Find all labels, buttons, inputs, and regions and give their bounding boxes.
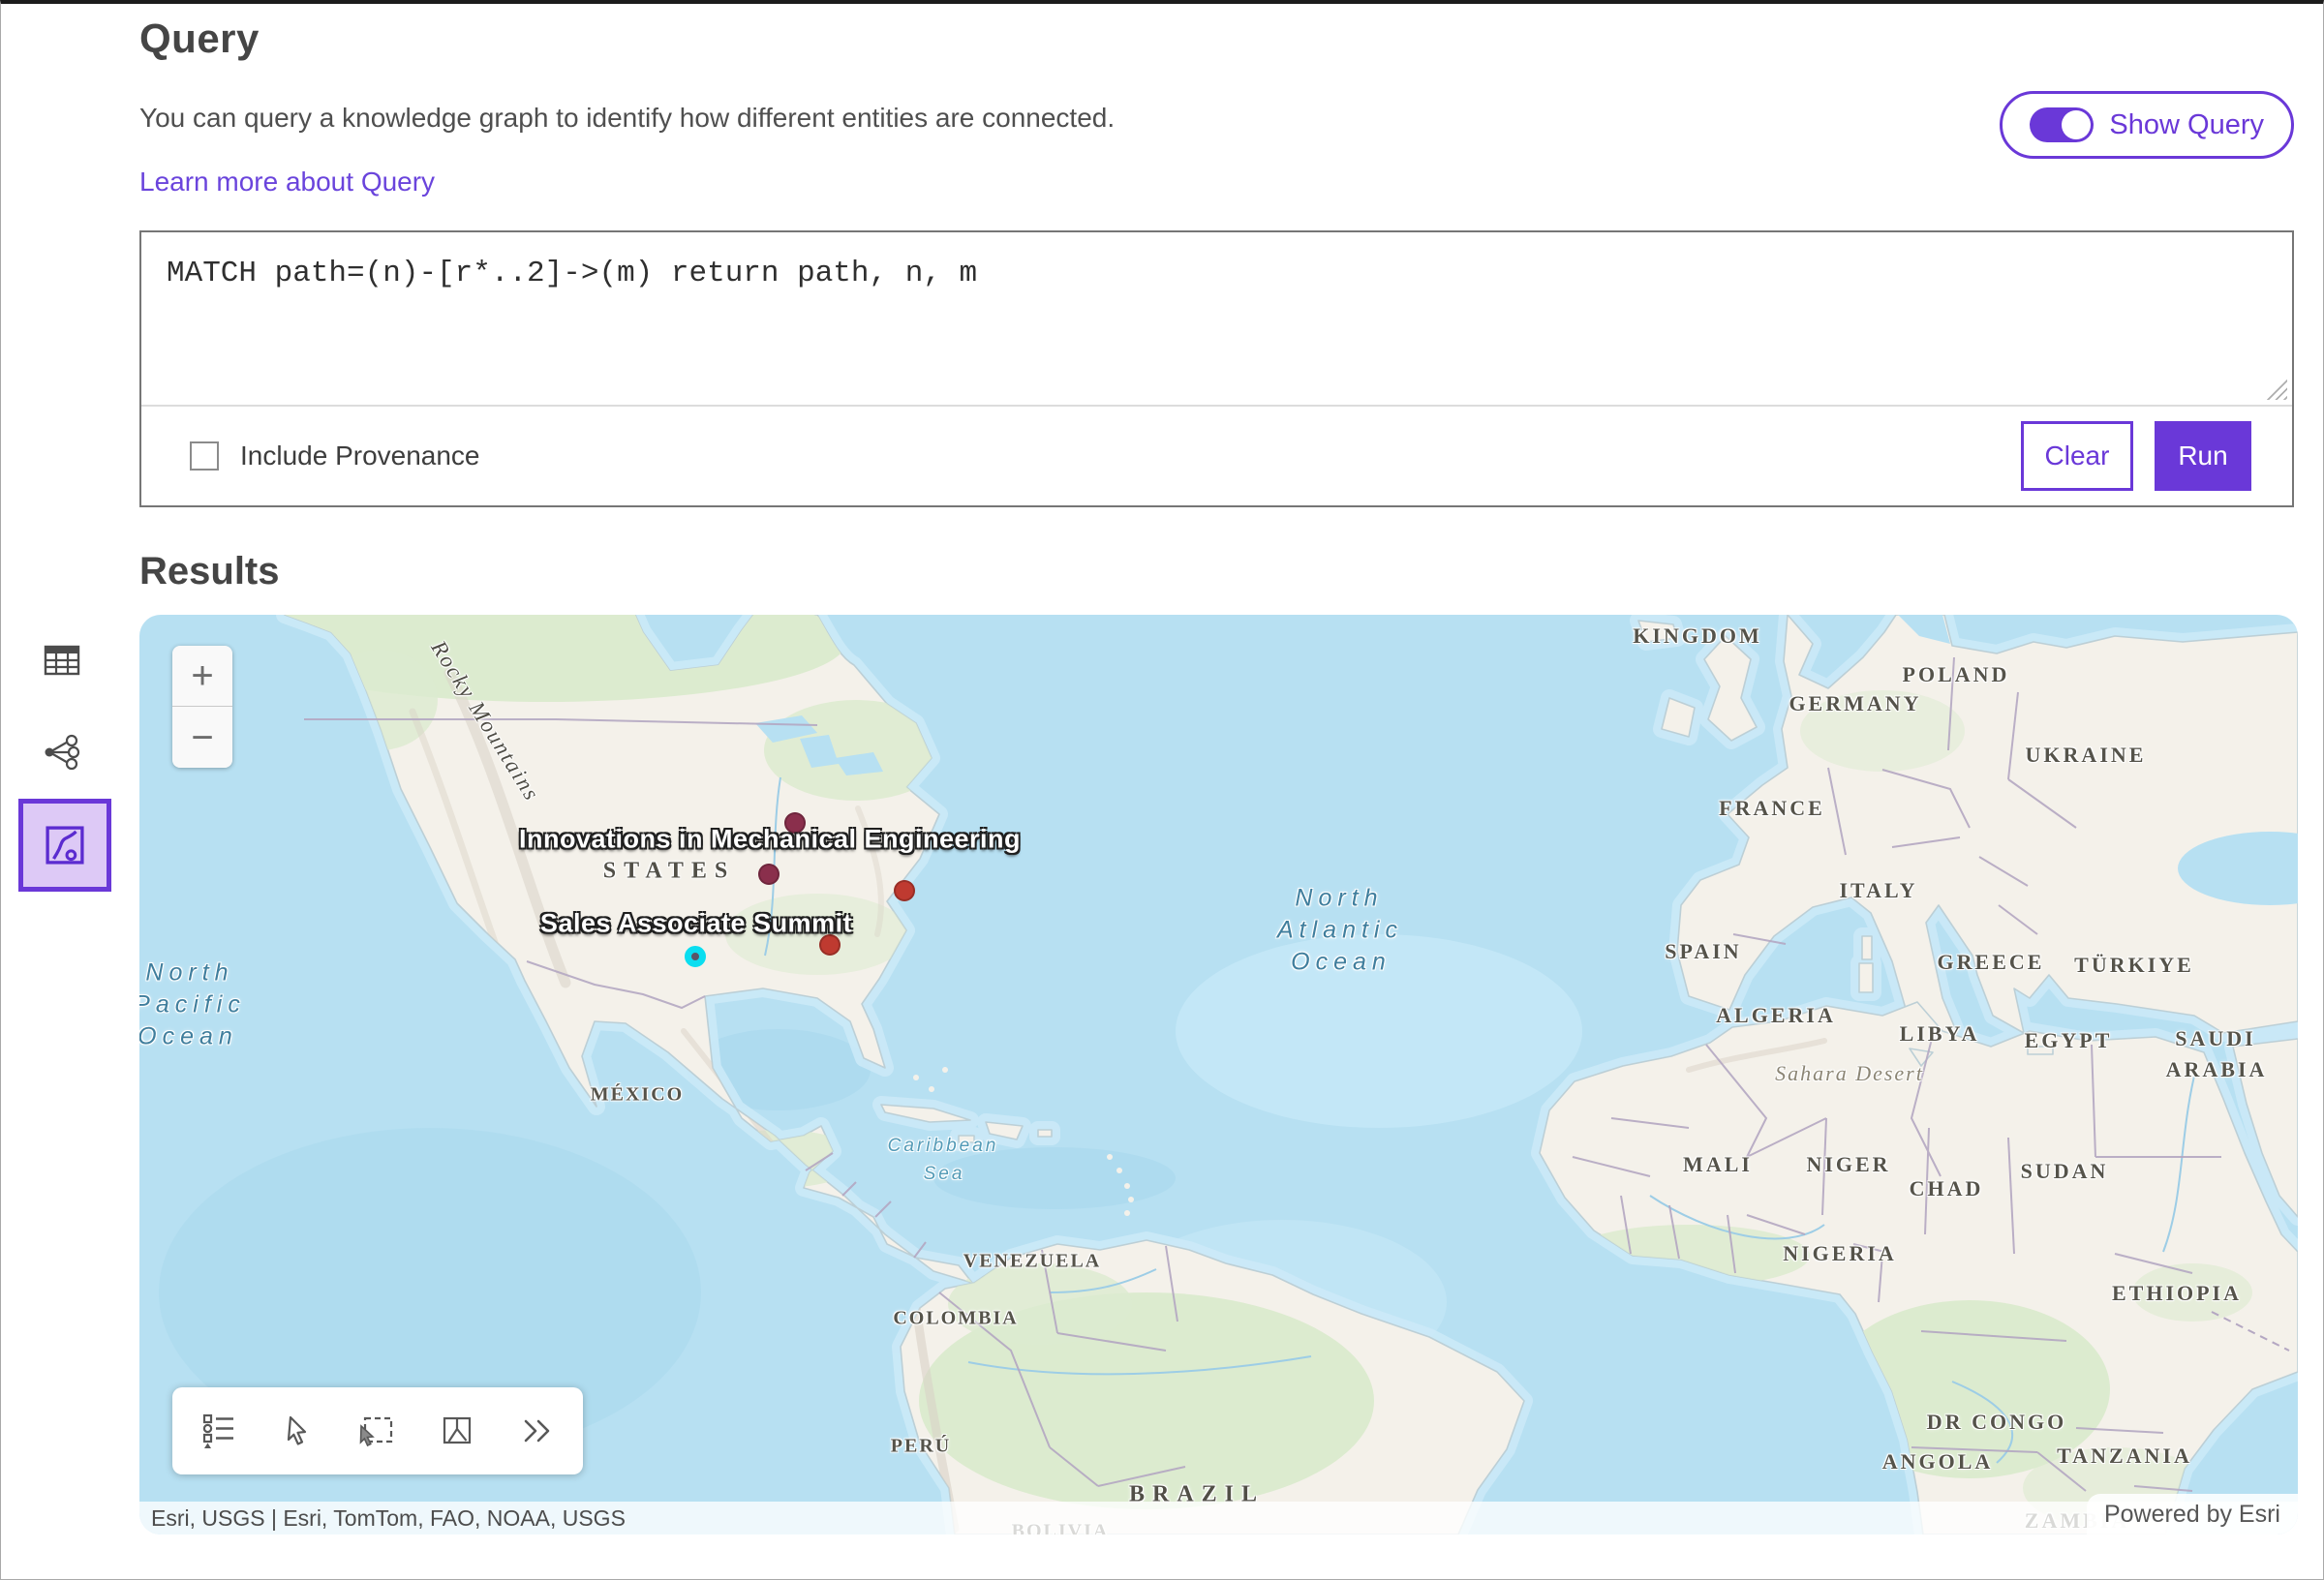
polygon-select-icon xyxy=(441,1414,474,1447)
select-tool-button[interactable] xyxy=(282,1414,313,1447)
link-chart-icon xyxy=(42,733,82,772)
query-panel-footer: Include Provenance Clear Run xyxy=(141,407,2292,505)
show-query-label: Show Query xyxy=(2109,109,2264,141)
map-marker[interactable] xyxy=(758,864,780,885)
zoom-in-button[interactable]: + xyxy=(172,646,232,707)
query-input[interactable]: MATCH path=(n)-[r*..2]->(m) return path,… xyxy=(141,232,2292,405)
map-toolbar xyxy=(172,1387,583,1474)
selected-map-marker[interactable] xyxy=(685,946,706,967)
zoom-out-button[interactable]: − xyxy=(172,707,232,768)
map-attribution: Esri, USGS | Esri, TomTom, FAO, NOAA, US… xyxy=(139,1502,2298,1534)
more-tools-chevron-icon xyxy=(519,1417,554,1444)
toggle-knob xyxy=(2062,110,2091,139)
query-editor-area: MATCH path=(n)-[r*..2]->(m) return path,… xyxy=(141,232,2292,407)
include-provenance-checkbox[interactable] xyxy=(190,441,219,471)
legend-icon xyxy=(201,1413,236,1449)
map-marker[interactable] xyxy=(894,880,915,901)
link-chart-view-button[interactable] xyxy=(42,733,82,775)
page-title: Query xyxy=(139,15,2294,62)
query-page: Query You can query a knowledge graph to… xyxy=(0,0,2324,1580)
polygon-select-button[interactable] xyxy=(441,1414,474,1447)
results-area: KINGDOMPOLANDGERMANYUKRAINEFRANCEITALYSP… xyxy=(1,615,2323,1544)
map-icon xyxy=(43,823,87,867)
show-query-switch-on[interactable] xyxy=(2030,107,2094,142)
legend-button[interactable] xyxy=(201,1413,236,1449)
map-marker[interactable] xyxy=(784,812,806,834)
show-query-toggle[interactable]: Show Query xyxy=(2000,91,2294,159)
more-tools-button[interactable] xyxy=(519,1417,554,1444)
view-switcher-rail xyxy=(1,615,139,1534)
description-row: You can query a knowledge graph to ident… xyxy=(139,91,2294,159)
map-marker[interactable] xyxy=(819,934,841,956)
table-icon xyxy=(44,644,80,677)
select-cursor-icon xyxy=(282,1414,313,1447)
map-zoom-control: + − xyxy=(172,646,232,768)
rectangle-select-icon xyxy=(358,1413,395,1448)
include-provenance-label: Include Provenance xyxy=(240,441,480,471)
clear-button[interactable]: Clear xyxy=(2021,421,2133,491)
page-description: You can query a knowledge graph to ident… xyxy=(139,103,1115,134)
rectangle-select-button[interactable] xyxy=(358,1413,395,1448)
table-view-button[interactable] xyxy=(44,644,80,680)
powered-by-esri: Powered by Esri xyxy=(2087,1494,2298,1534)
map-view-button-selected[interactable] xyxy=(18,799,111,892)
map-view[interactable]: KINGDOMPOLANDGERMANYUKRAINEFRANCEITALYSP… xyxy=(139,615,2298,1534)
results-title: Results xyxy=(139,550,2294,593)
run-button[interactable]: Run xyxy=(2155,421,2251,491)
learn-more-link[interactable]: Learn more about Query xyxy=(139,167,435,198)
query-panel: MATCH path=(n)-[r*..2]->(m) return path,… xyxy=(139,230,2294,507)
